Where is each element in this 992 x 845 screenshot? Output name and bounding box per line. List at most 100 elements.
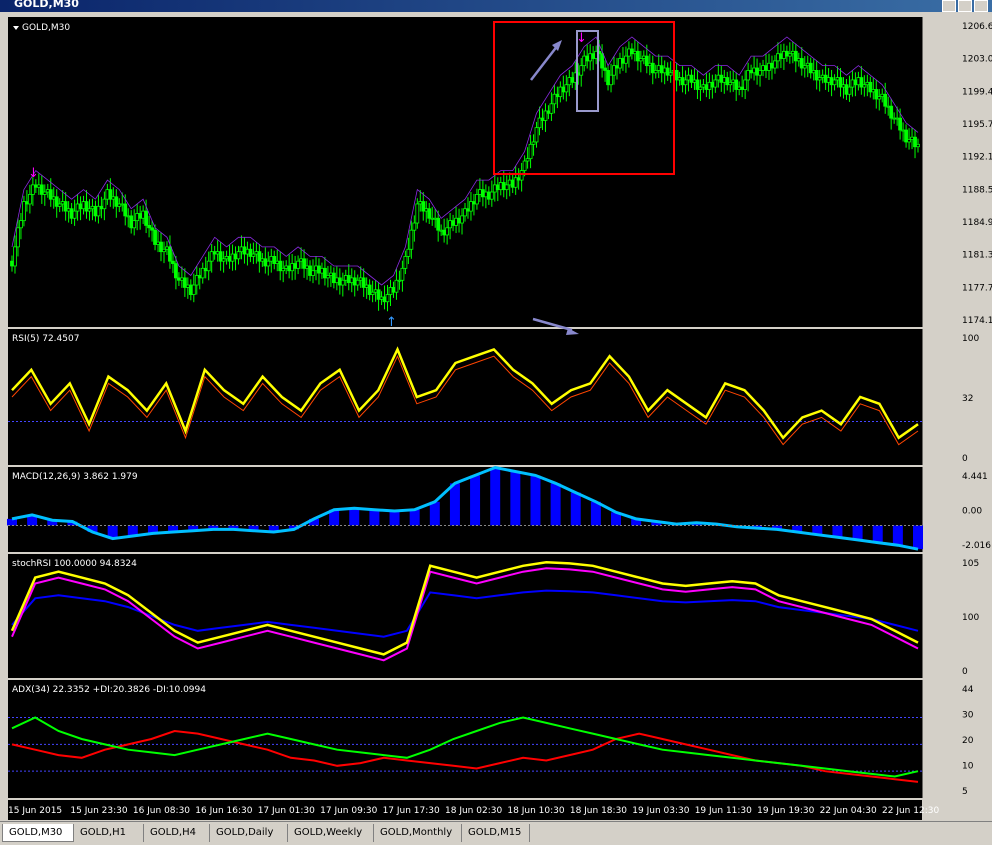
price-candle-body bbox=[30, 184, 35, 195]
price-candle-body bbox=[734, 79, 739, 90]
tab-gold-daily[interactable]: GOLD,Daily bbox=[210, 824, 288, 842]
price-candle-body bbox=[770, 62, 774, 69]
price-candle-body bbox=[343, 275, 348, 281]
tab-gold-h1[interactable]: GOLD,H1 bbox=[74, 824, 144, 842]
tab-gold-weekly[interactable]: GOLD,Weekly bbox=[288, 824, 374, 842]
price-candle-body bbox=[510, 179, 515, 188]
price-candle-body bbox=[790, 50, 795, 55]
tab-gold-m15[interactable]: GOLD,M15 bbox=[462, 824, 530, 842]
price-candle-body bbox=[761, 65, 765, 71]
price-candle-body bbox=[868, 81, 873, 93]
x-axis-tick: 18 Jun 10:30 bbox=[507, 806, 564, 816]
price-candle-body bbox=[257, 251, 262, 262]
price-candle-body bbox=[677, 77, 682, 81]
minimize-button[interactable] bbox=[942, 0, 956, 12]
price-candle-body bbox=[558, 86, 563, 98]
price-candle-body bbox=[713, 79, 718, 88]
x-axis-tick: 17 Jun 17:30 bbox=[383, 806, 440, 816]
price-candle-body bbox=[457, 217, 461, 224]
price-candle-body bbox=[850, 79, 855, 88]
price-candle-body bbox=[656, 65, 661, 71]
price-candle-body bbox=[361, 277, 366, 288]
price-y-tick: 1174.10 bbox=[962, 316, 992, 326]
pane-4-background bbox=[8, 680, 922, 798]
price-candle-body bbox=[379, 296, 384, 300]
price-candle-body bbox=[820, 74, 825, 78]
price-candle-body bbox=[564, 84, 569, 93]
price-candle-body bbox=[13, 246, 17, 267]
price-candle-body bbox=[54, 196, 59, 207]
price-candle-body bbox=[716, 74, 721, 81]
price-candle-body bbox=[25, 201, 29, 205]
price-candle-body bbox=[233, 253, 238, 260]
price-y-tick: 1206.60 bbox=[962, 22, 992, 32]
price-candle-body bbox=[168, 246, 172, 262]
price-candle-body bbox=[206, 260, 211, 272]
price-candle-body bbox=[376, 289, 381, 300]
chart-svg[interactable]: ↓ ↓ ↑ GOLD,M30 1206.60 1203.00 1199.40 1195.70 1… bbox=[0, 12, 992, 820]
macd-histogram-bar bbox=[530, 475, 541, 526]
adx-y-tick: 44 bbox=[962, 685, 974, 695]
price-candle-body bbox=[516, 177, 521, 181]
chart-area[interactable]: ↓ ↓ ↑ GOLD,M30 1206.60 1203.00 1199.40 1195.70 1… bbox=[0, 12, 992, 820]
price-candle-body bbox=[230, 253, 235, 262]
price-candle-body bbox=[737, 86, 742, 90]
price-candle-body bbox=[528, 143, 533, 160]
maximize-button[interactable] bbox=[958, 0, 972, 12]
price-candle-body bbox=[707, 81, 712, 90]
price-candle-body bbox=[349, 277, 354, 284]
price-candle-body bbox=[126, 215, 131, 218]
close-button[interactable] bbox=[974, 0, 988, 12]
x-axis-tick: 22 Jun 12:30 bbox=[882, 806, 939, 816]
price-candle-body bbox=[367, 284, 372, 295]
price-candle-body bbox=[606, 70, 610, 86]
macd-histogram-bar bbox=[409, 509, 420, 526]
price-candle-body bbox=[460, 215, 464, 224]
price-candle-body bbox=[448, 220, 452, 229]
price-candle-body bbox=[391, 287, 396, 293]
price-candle-body bbox=[549, 103, 554, 114]
macd-histogram-bar bbox=[449, 483, 460, 526]
macd-histogram-bar bbox=[892, 525, 903, 546]
price-candle-body bbox=[814, 70, 819, 81]
price-candle-body bbox=[78, 203, 83, 210]
price-candle-body bbox=[221, 258, 226, 262]
price-candle-body bbox=[686, 74, 691, 81]
price-candle-body bbox=[609, 74, 613, 86]
price-y-tick: 1203.00 bbox=[962, 55, 992, 65]
macd-histogram-bar bbox=[570, 492, 581, 526]
tab-gold-h4[interactable]: GOLD,H4 bbox=[144, 824, 210, 842]
x-axis-tick: 19 Jun 19:30 bbox=[757, 806, 814, 816]
price-candle-body bbox=[874, 89, 879, 100]
price-candle-body bbox=[242, 246, 247, 255]
tab-gold-monthly[interactable]: GOLD,Monthly bbox=[374, 824, 462, 842]
price-candle-body bbox=[400, 267, 405, 281]
window-titlebar: GOLD,M30 bbox=[0, 0, 992, 12]
price-candle-body bbox=[269, 256, 274, 262]
price-candle-body bbox=[916, 143, 920, 148]
price-candle-body bbox=[779, 53, 783, 59]
price-candle-body bbox=[489, 191, 494, 200]
price-candle-body bbox=[117, 203, 122, 207]
price-candle-body bbox=[394, 279, 399, 293]
price-candle-body bbox=[692, 79, 697, 83]
price-candle-body bbox=[63, 201, 68, 212]
price-candle-body bbox=[340, 279, 345, 286]
price-y-tick: 1192.10 bbox=[962, 153, 992, 163]
price-candle-body bbox=[889, 105, 894, 119]
macd-histogram-bar bbox=[913, 525, 923, 550]
price-candle-body bbox=[75, 203, 80, 212]
price-candle-body bbox=[725, 77, 730, 86]
price-candle-body bbox=[415, 203, 420, 224]
macd-histogram-bar bbox=[590, 501, 601, 526]
price-candle-body bbox=[254, 251, 259, 255]
price-candle-body bbox=[245, 248, 250, 255]
price-candle-body bbox=[19, 220, 23, 229]
price-candle-body bbox=[373, 289, 378, 293]
price-candle-body bbox=[674, 70, 679, 81]
price-candle-body bbox=[871, 89, 876, 93]
price-candle-body bbox=[880, 93, 885, 98]
price-candle-body bbox=[892, 117, 897, 120]
price-y-tick: 1188.50 bbox=[962, 185, 992, 195]
tab-gold-m30[interactable]: GOLD,M30 bbox=[2, 824, 74, 842]
